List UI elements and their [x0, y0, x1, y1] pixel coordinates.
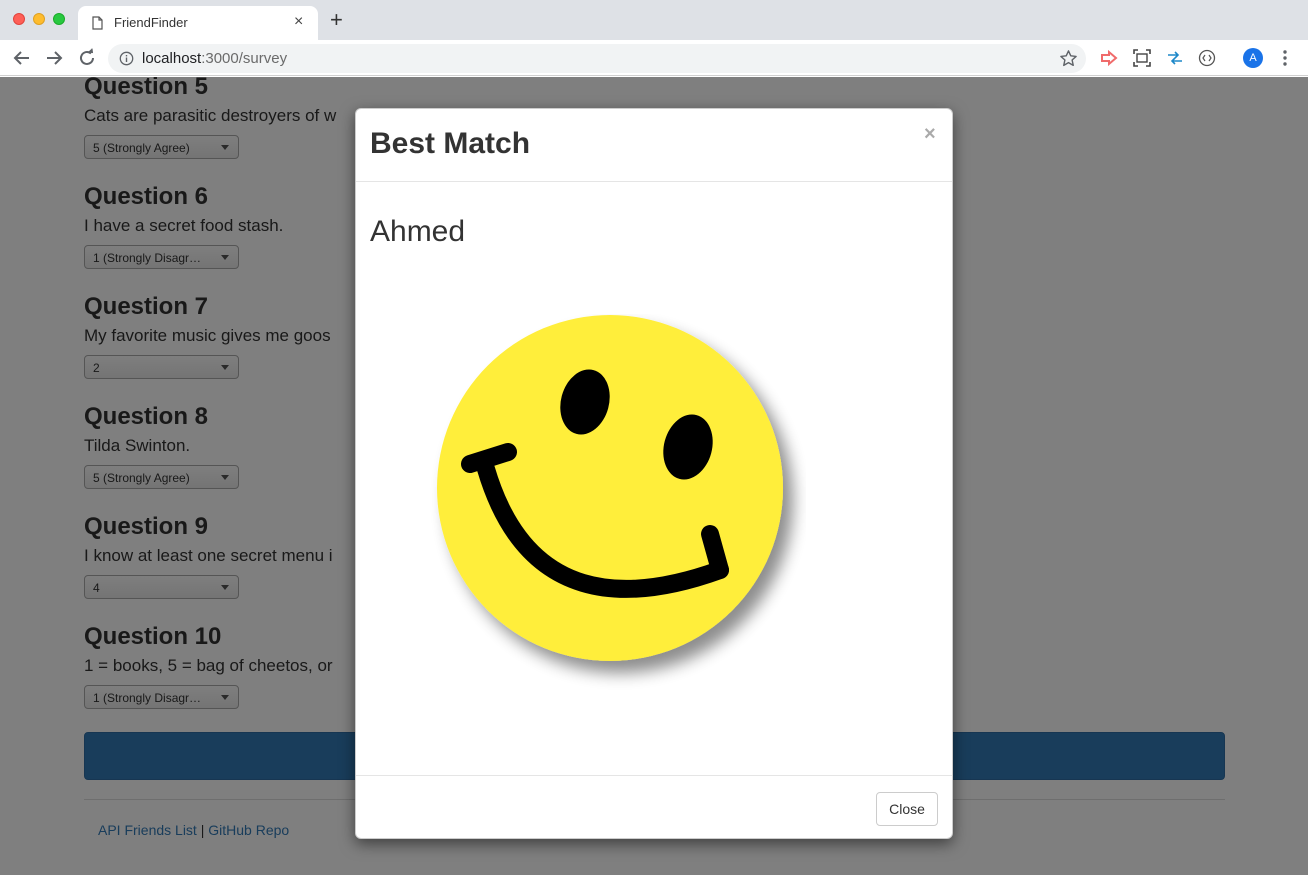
back-arrow-icon[interactable] [12, 48, 32, 68]
tab-title: FriendFinder [114, 15, 188, 30]
match-name: Ahmed [370, 215, 466, 248]
minimize-window-button[interactable] [33, 13, 45, 25]
tab-friendfinder[interactable]: FriendFinder × [78, 6, 318, 40]
forward-arrow-icon[interactable] [44, 48, 64, 68]
close-button[interactable]: Close [876, 792, 938, 826]
url-text: localhost:3000/survey [142, 50, 287, 67]
profile-avatar[interactable]: A [1243, 48, 1263, 68]
tab-close-icon[interactable]: × [294, 13, 303, 31]
modal-header: Best Match × [356, 109, 952, 182]
url-host: localhost [142, 50, 202, 67]
url-path: :3000/survey [201, 50, 288, 67]
new-tab-button[interactable]: + [330, 8, 343, 32]
screenshot-icon[interactable] [1133, 49, 1151, 67]
extension-arrow-icon[interactable] [1100, 49, 1118, 67]
more-vertical-icon[interactable] [1282, 49, 1288, 67]
address-bar[interactable]: localhost:3000/survey [108, 44, 1086, 73]
maximize-window-button[interactable] [53, 13, 65, 25]
reload-icon[interactable] [77, 48, 97, 68]
tab-bar: FriendFinder × + [0, 0, 1308, 40]
close-icon[interactable]: × [924, 123, 936, 146]
modal-title: Best Match [370, 127, 531, 160]
code-extension-icon[interactable] [1198, 49, 1216, 67]
browser-toolbar: localhost:3000/survey [0, 40, 1308, 76]
smiley-face-image [437, 315, 783, 661]
bookmark-star-icon[interactable] [1059, 49, 1078, 68]
best-match-modal: Best Match × Ahmed Close [355, 108, 953, 839]
modal-footer: Close [356, 775, 952, 838]
sync-arrows-icon[interactable] [1166, 49, 1184, 67]
close-window-button[interactable] [13, 13, 25, 25]
document-icon [92, 16, 103, 30]
info-icon[interactable] [119, 51, 134, 66]
